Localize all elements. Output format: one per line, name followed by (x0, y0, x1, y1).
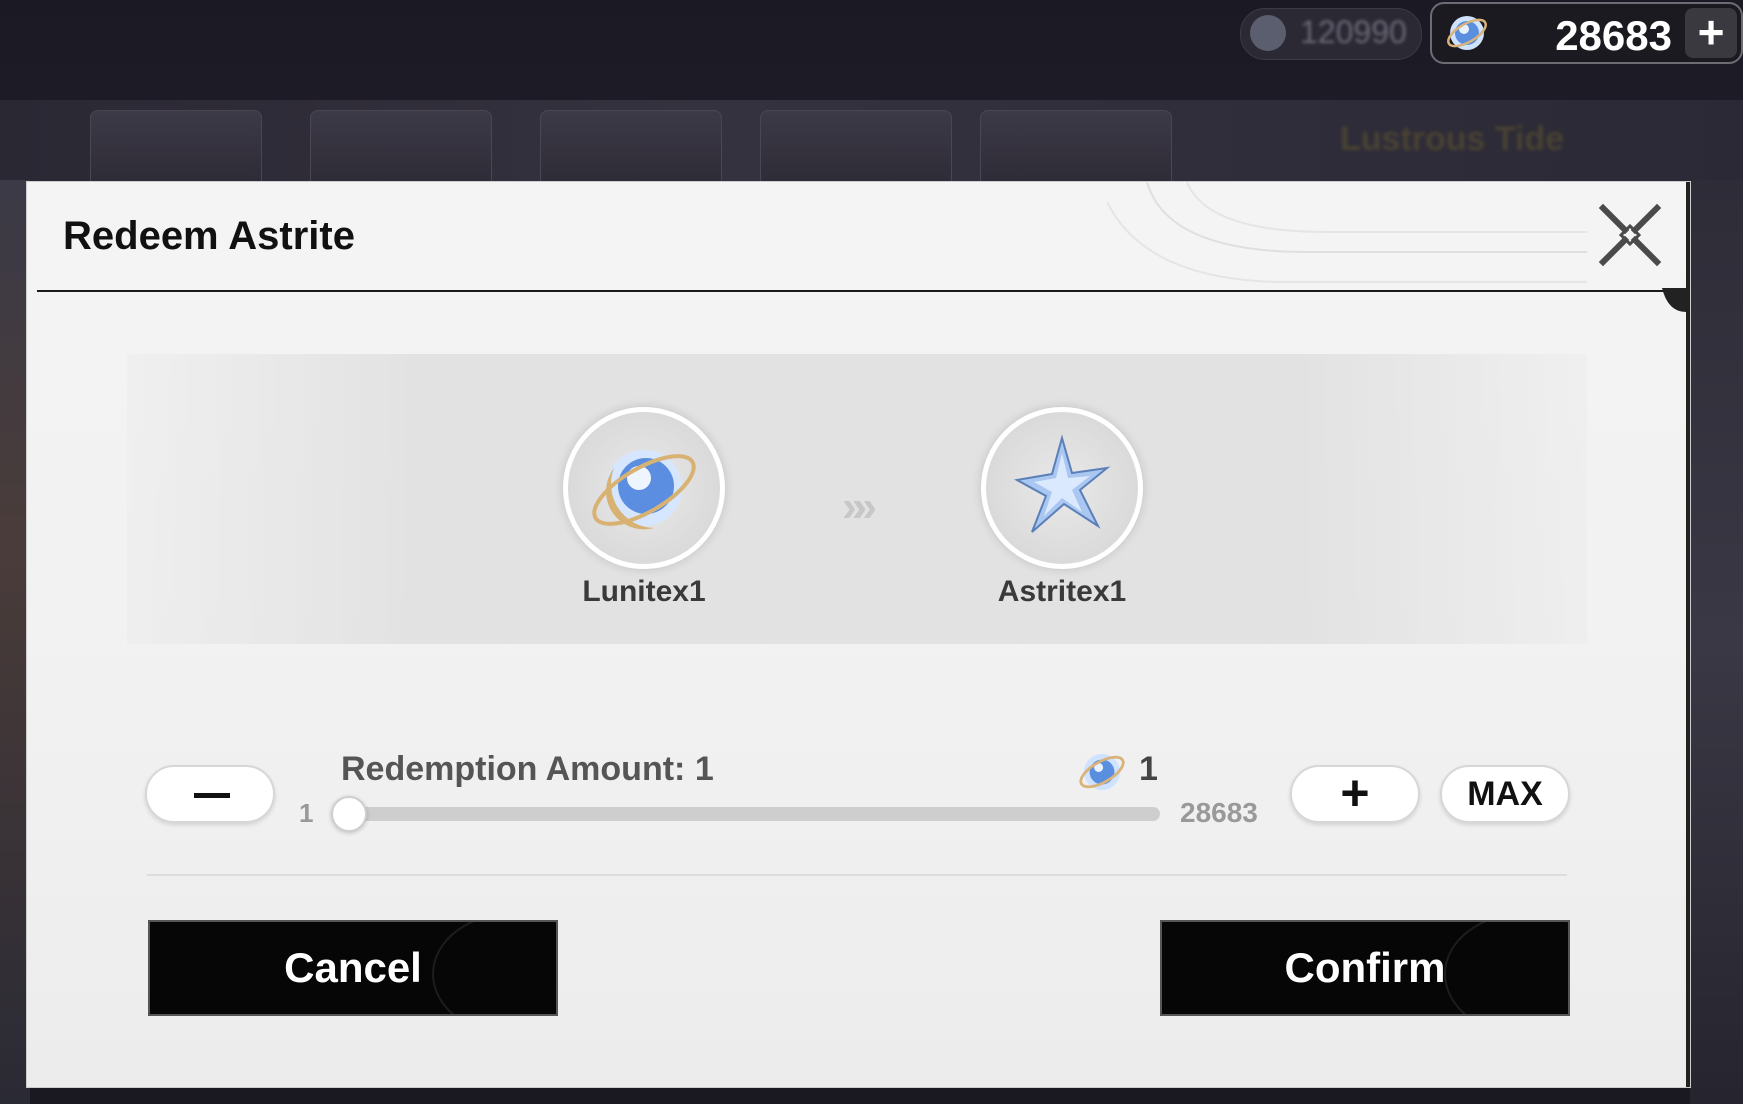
background-banner-tab (540, 110, 722, 192)
confirm-button[interactable]: Confirm (1160, 920, 1570, 1016)
to-item: Astritex1 (977, 407, 1147, 609)
background-banner-tab (760, 110, 952, 192)
amount-slider-thumb[interactable] (331, 796, 367, 832)
background-banner-tab (310, 110, 492, 192)
astrite-item-frame (981, 407, 1143, 569)
confirm-button-label: Confirm (1284, 944, 1446, 991)
lunite-balance-value: 28683 (1555, 12, 1672, 59)
astrite-icon (1014, 434, 1111, 533)
add-lunite-button[interactable]: + (1685, 8, 1737, 58)
background-side (0, 180, 30, 1104)
cost-value: 1 (1139, 750, 1158, 788)
cancel-button-label: Cancel (284, 944, 422, 991)
exchange-arrow-icon: »» (842, 482, 877, 531)
from-item: Lunitex1 (559, 407, 729, 609)
from-item-label: Lunitex1 (582, 575, 706, 608)
background-currency-value: 120990 (1300, 14, 1407, 50)
cancel-button[interactable]: Cancel (148, 920, 558, 1016)
redemption-amount-label: Redemption Amount: 1 (341, 750, 714, 788)
lunite-icon (592, 450, 696, 530)
background-side (1690, 180, 1743, 1104)
close-icon[interactable] (1595, 200, 1665, 270)
corner-decoration (1662, 288, 1686, 312)
button-decoration (432, 922, 556, 1014)
increase-button[interactable]: + (1290, 765, 1420, 823)
slider-max-label: 28683 (1180, 797, 1258, 828)
background-currency-icon (1250, 15, 1286, 51)
title-divider (37, 290, 1677, 292)
amount-slider-track[interactable] (345, 807, 1160, 821)
minus-icon (194, 793, 230, 798)
background-banner-title: Lustrous Tide (1340, 120, 1565, 158)
dialog-decoration (1107, 182, 1587, 283)
lunite-balance: 28683 + (1430, 2, 1743, 64)
button-decoration (1444, 922, 1568, 1014)
to-item-label: Astritex1 (997, 575, 1127, 608)
lunite-item-frame (563, 407, 725, 569)
max-button[interactable]: MAX (1440, 765, 1570, 823)
controls-divider (147, 874, 1567, 876)
lunite-cost-icon (1079, 753, 1125, 791)
background-banner-tab (90, 110, 262, 192)
decrease-button[interactable] (145, 765, 275, 823)
slider-min-label: 1 (299, 798, 314, 828)
background-banner-tab (980, 110, 1172, 192)
dialog-title: Redeem Astrite (63, 214, 355, 258)
